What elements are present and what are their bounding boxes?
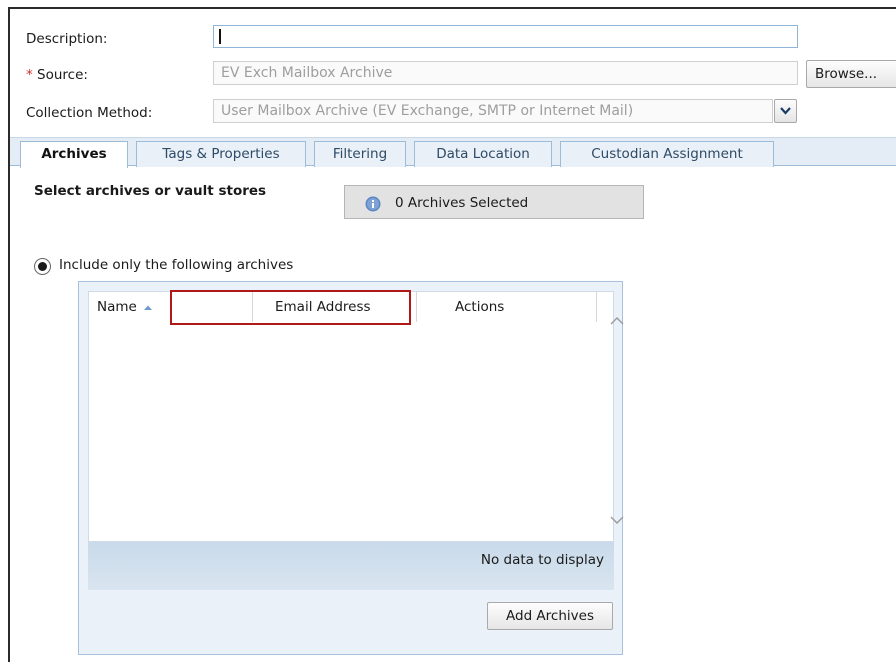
tab-data-location[interactable]: Data Location xyxy=(414,141,552,167)
tab-bar: Archives Tags & Properties Filtering Dat… xyxy=(10,137,896,168)
add-archives-button[interactable]: Add Archives xyxy=(487,602,613,630)
collection-method-select[interactable]: User Mailbox Archive (EV Exchange, SMTP … xyxy=(213,99,773,123)
info-icon xyxy=(365,196,381,212)
source-label-text: Source: xyxy=(37,67,88,83)
collection-method-dropdown-button[interactable] xyxy=(774,99,797,123)
selected-count-text: 0 Archives Selected xyxy=(395,195,529,211)
chevron-up-icon[interactable] xyxy=(610,316,624,325)
include-archives-radio[interactable] xyxy=(34,258,51,275)
sort-ascending-icon xyxy=(143,305,152,310)
no-data-message: No data to display xyxy=(480,552,604,568)
required-mark: * xyxy=(26,67,33,83)
description-label: Description: xyxy=(26,31,108,47)
text-caret xyxy=(219,29,221,44)
tab-custodian-assignment[interactable]: Custodian Assignment xyxy=(560,141,774,167)
column-header-actions[interactable]: Actions xyxy=(445,292,597,322)
source-label: * Source: xyxy=(26,67,88,83)
include-archives-label: Include only the following archives xyxy=(59,257,294,273)
browse-button[interactable]: Browse... xyxy=(806,60,896,88)
archives-selected-status: 0 Archives Selected xyxy=(344,185,644,219)
tab-archives[interactable]: Archives xyxy=(20,141,128,168)
description-input[interactable] xyxy=(213,25,798,48)
source-field[interactable]: EV Exch Mailbox Archive xyxy=(213,61,798,85)
column-header-actions-label: Actions xyxy=(455,299,505,315)
collection-method-label: Collection Method: xyxy=(26,105,153,121)
column-header-name-label: Name xyxy=(97,299,137,315)
chevron-down-icon xyxy=(780,107,791,115)
grid-status-bar: No data to display xyxy=(88,542,614,590)
chevron-down-icon[interactable] xyxy=(610,516,624,525)
tab-filtering[interactable]: Filtering xyxy=(314,141,406,167)
email-address-highlight-box xyxy=(170,290,411,325)
tab-tags-properties[interactable]: Tags & Properties xyxy=(136,141,306,167)
section-title: Select archives or vault stores xyxy=(34,183,267,199)
archives-grid: Name Email Address Actions xyxy=(88,291,624,542)
archives-grid-panel: Name Email Address Actions No data to di… xyxy=(78,281,624,655)
